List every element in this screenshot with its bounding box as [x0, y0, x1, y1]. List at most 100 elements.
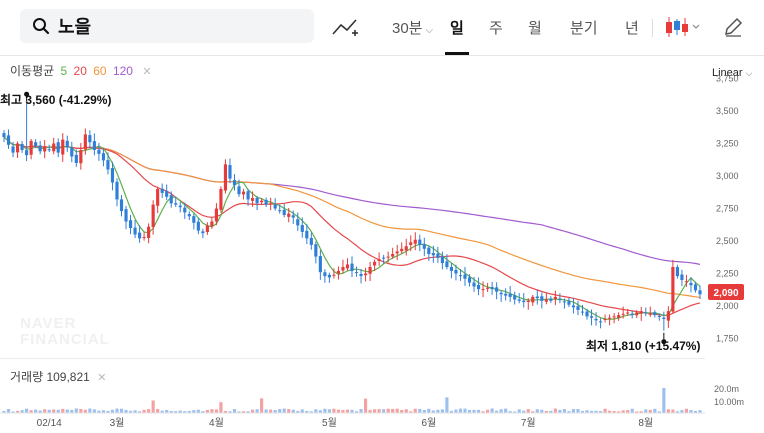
x-tick-label: 02/14	[37, 418, 62, 429]
candle-body	[409, 242, 413, 245]
y-tick-label: 3,000	[716, 171, 739, 181]
candle-body	[413, 239, 417, 244]
volume-bar	[644, 409, 648, 413]
candle-body	[156, 189, 160, 206]
candle-body	[115, 181, 119, 200]
candle-body	[178, 205, 182, 208]
volume-bar	[61, 408, 65, 413]
y-tick-label: 3,750	[716, 74, 739, 84]
candle-body	[29, 140, 33, 155]
volume-bar	[323, 408, 327, 413]
candle-body	[449, 266, 454, 271]
y-tick-label: 3,500	[716, 106, 739, 116]
x-tick-label: 4월	[209, 417, 224, 429]
candle-body	[106, 160, 110, 170]
candle-body	[436, 253, 440, 258]
candle-body	[192, 216, 196, 223]
candle-body	[128, 220, 133, 228]
candle-body	[282, 209, 286, 215]
candle-body	[617, 315, 621, 318]
candle-body	[273, 204, 277, 209]
candle-body	[657, 315, 661, 317]
candle-body	[6, 135, 11, 145]
candle-body	[228, 165, 232, 179]
candle-body	[612, 316, 616, 318]
volume-bar	[454, 409, 458, 413]
volume-bar	[662, 388, 666, 413]
candle-body	[34, 142, 38, 147]
volume-bar	[88, 408, 92, 413]
candle-body	[341, 267, 345, 271]
candle-body	[373, 261, 377, 266]
candle-body	[214, 208, 218, 222]
candle-body	[422, 243, 426, 249]
candle-body	[336, 270, 341, 274]
volume-bar	[382, 409, 386, 413]
candle-body	[110, 168, 115, 183]
volume-bar	[119, 408, 124, 413]
candle-body	[43, 147, 47, 152]
candle-body	[698, 290, 702, 295]
candle-body	[83, 134, 87, 150]
candle-body	[56, 142, 60, 153]
candle-body	[296, 219, 300, 226]
candle-body	[52, 143, 56, 152]
volume-bar	[458, 408, 463, 413]
candle-body	[594, 318, 598, 321]
volume-bar	[526, 409, 530, 413]
volume-bar	[535, 409, 539, 413]
volume-bar	[684, 408, 689, 413]
candle-body	[363, 273, 368, 276]
candle-body	[526, 300, 530, 302]
candle-body	[269, 203, 273, 205]
y-tick-label: 2,250	[716, 269, 739, 279]
candle-body	[431, 253, 435, 256]
candle-body	[187, 214, 191, 217]
candle-body	[237, 186, 241, 195]
volume-bar	[260, 398, 264, 413]
candle-body	[11, 146, 15, 153]
candle-body	[608, 317, 612, 319]
candle-body	[644, 312, 648, 314]
volume-tick-10m: 10.00m	[714, 397, 744, 407]
candle-body	[160, 188, 164, 193]
watermark-line1: NAVER	[20, 315, 76, 332]
volume-bar	[269, 409, 273, 413]
candle-body	[219, 189, 223, 210]
candle-body	[138, 232, 142, 239]
candle-body	[15, 143, 20, 153]
volume-bar	[391, 408, 395, 413]
volume-bar	[332, 408, 336, 413]
candle-body	[147, 226, 151, 238]
candle-body	[481, 289, 485, 291]
candle-body	[79, 150, 83, 164]
candle-body	[562, 301, 566, 303]
candle-body	[693, 284, 698, 291]
candle-body	[119, 199, 124, 212]
y-tick-label: 1,750	[716, 334, 739, 344]
candle-body	[305, 230, 309, 239]
volume-bar	[386, 408, 390, 413]
volume-bar	[666, 409, 670, 413]
candle-body	[684, 281, 689, 283]
volume-bar	[553, 408, 557, 413]
candle-body	[88, 135, 92, 143]
x-tick-label: 5월	[322, 417, 337, 429]
watermark-line2: FINANCIAL	[20, 331, 110, 348]
candle-body	[621, 313, 625, 315]
candle-body	[25, 150, 29, 156]
candle-body	[278, 210, 282, 212]
candle-body	[522, 300, 526, 303]
volume-tick-20m: 20.0m	[714, 384, 739, 394]
price-chart[interactable]: NAVER FINANCIAL 3,750 3,500 3,250 3,000 2,75…	[0, 0, 764, 433]
volume-bar	[43, 409, 47, 413]
volume-bar	[377, 409, 381, 413]
candle-body	[580, 311, 585, 313]
volume-bar	[345, 409, 350, 413]
candle-body	[241, 191, 246, 195]
y-tick-label: 3,250	[716, 139, 739, 149]
candle-body	[151, 204, 155, 228]
volume-bar	[359, 409, 363, 413]
volume-bar	[6, 409, 11, 413]
volume-bar	[210, 409, 214, 413]
